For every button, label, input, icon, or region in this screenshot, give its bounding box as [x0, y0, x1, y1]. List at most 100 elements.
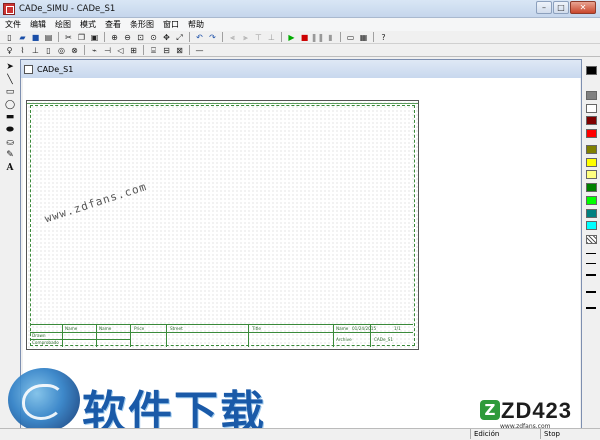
- title-block-line: [62, 325, 63, 347]
- zoom-window-icon[interactable]: ⊡: [135, 32, 146, 43]
- coil-icon[interactable]: ⊣: [102, 45, 113, 56]
- color-swatch-light-yellow[interactable]: [586, 170, 597, 179]
- document-title-bar[interactable]: CADe_S1: [21, 60, 581, 78]
- color-swatch-lime[interactable]: [586, 196, 597, 205]
- undo-icon[interactable]: ↶: [194, 32, 205, 43]
- relay-icon[interactable]: ⌸: [148, 45, 159, 56]
- window-controls: – □ ✕: [536, 1, 596, 14]
- line-width-5[interactable]: [586, 307, 596, 309]
- line-icon[interactable]: ╲: [3, 74, 17, 87]
- fit-icon[interactable]: ⤢: [174, 32, 185, 43]
- step-icon[interactable]: ▮: [325, 32, 336, 43]
- menu-mode[interactable]: 模式: [80, 19, 96, 30]
- switch-icon[interactable]: ⌇: [17, 45, 28, 56]
- play-icon[interactable]: ▶: [286, 32, 297, 43]
- diode-icon[interactable]: ◁: [115, 45, 126, 56]
- line-width-2[interactable]: [586, 263, 596, 264]
- new-icon[interactable]: ▯: [4, 32, 15, 43]
- save-icon[interactable]: ■: [30, 32, 41, 43]
- color-swatch-black[interactable]: [586, 66, 597, 75]
- help-icon[interactable]: ?: [378, 32, 389, 43]
- print-icon[interactable]: ▤: [43, 32, 54, 43]
- title-block: Name Name Price Street Title Name 01/24/…: [30, 324, 413, 347]
- contact-icon[interactable]: ♀: [4, 45, 15, 56]
- ellipse-icon[interactable]: ◯: [3, 99, 17, 112]
- pen-icon[interactable]: ✎: [3, 149, 17, 162]
- redo-icon[interactable]: ↷: [207, 32, 218, 43]
- align-bottom-icon[interactable]: ⊥: [266, 32, 277, 43]
- open-icon[interactable]: ▰: [17, 32, 28, 43]
- tb-date-value: 01/24/2015: [352, 326, 377, 331]
- zoom-in-icon[interactable]: ⊕: [109, 32, 120, 43]
- select-arrow-icon[interactable]: ➤: [3, 61, 17, 74]
- toolbar-separator: [104, 32, 105, 42]
- motor-icon[interactable]: ◎: [56, 45, 67, 56]
- close-button[interactable]: ✕: [570, 1, 596, 14]
- sheet-frame: [30, 105, 415, 346]
- minimize-button[interactable]: –: [536, 1, 552, 14]
- tb-name-label: Name: [99, 326, 112, 331]
- title-block-line: [166, 325, 167, 347]
- tb-file-value: CADe_S1: [374, 337, 394, 342]
- tile-icon[interactable]: ▦: [358, 32, 369, 43]
- tb-street-label: Street: [170, 326, 183, 331]
- paste-icon[interactable]: ▣: [89, 32, 100, 43]
- pause-icon[interactable]: ❚❚: [311, 32, 324, 43]
- color-swatch-maroon[interactable]: [586, 116, 597, 125]
- maximize-button[interactable]: □: [553, 1, 569, 14]
- power-icon[interactable]: ⊥: [30, 45, 41, 56]
- resistor-icon[interactable]: ⊞: [128, 45, 139, 56]
- pushbutton-icon[interactable]: ⌁: [89, 45, 100, 56]
- line-width-4[interactable]: [586, 291, 596, 293]
- zd-url-text: www.zdfans.com: [500, 423, 551, 430]
- timer-icon[interactable]: ⊟: [161, 45, 172, 56]
- fuse-icon[interactable]: ▯: [43, 45, 54, 56]
- toolbar-separator: [189, 32, 190, 42]
- color-swatch-green[interactable]: [586, 183, 597, 192]
- menu-bar-chart[interactable]: 条形图: [130, 19, 154, 30]
- line-width-1[interactable]: [586, 253, 596, 254]
- menu-draw[interactable]: 绘图: [55, 19, 71, 30]
- symbol-toolbar: ♀ ⌇ ⊥ ▯ ◎ ⊗ ⌁ ⊣ ◁ ⊞ ⌸ ⊟ ⊠ —: [0, 44, 600, 57]
- menu-help[interactable]: 帮助: [188, 19, 204, 30]
- zoom-all-icon[interactable]: ⊙: [148, 32, 159, 43]
- color-swatch-olive[interactable]: [586, 145, 597, 154]
- tb-comprobado-label: Comprobado: [32, 340, 59, 345]
- align-right-icon[interactable]: ⫸: [240, 32, 251, 43]
- menu-view[interactable]: 查看: [105, 19, 121, 30]
- rectangle-icon[interactable]: ▭: [3, 86, 17, 99]
- zoom-out-icon[interactable]: ⊖: [122, 32, 133, 43]
- color-swatch-white[interactable]: [586, 104, 597, 113]
- tb-price-label: Price: [134, 326, 145, 331]
- tb-sheet-value: 1/1: [394, 326, 401, 331]
- lamp-icon[interactable]: ⊗: [69, 45, 80, 56]
- color-swatch-gray[interactable]: [586, 91, 597, 100]
- terminal-icon[interactable]: ⊠: [174, 45, 185, 56]
- line-width-3[interactable]: [586, 274, 596, 276]
- menu-edit[interactable]: 编辑: [30, 19, 46, 30]
- stop-icon[interactable]: ■: [299, 32, 310, 43]
- fill-bucket-icon[interactable]: ⛀: [3, 137, 17, 150]
- drawing-sheet[interactable]: Name Name Price Street Title Name 01/24/…: [26, 100, 419, 350]
- menu-file[interactable]: 文件: [5, 19, 21, 30]
- color-swatch-cyan[interactable]: [586, 221, 597, 230]
- menu-window[interactable]: 窗口: [163, 19, 179, 30]
- color-swatch-yellow[interactable]: [586, 158, 597, 167]
- color-swatch-red[interactable]: [586, 129, 597, 138]
- align-left-icon[interactable]: ⫷: [227, 32, 238, 43]
- toolbar-separator: [143, 45, 144, 55]
- filled-ellipse-icon[interactable]: ⬬: [3, 124, 17, 137]
- copy-icon[interactable]: ❐: [76, 32, 87, 43]
- window-icon[interactable]: ▭: [345, 32, 356, 43]
- color-swatch-pattern[interactable]: [586, 235, 597, 244]
- tb-name-label: Name: [65, 326, 78, 331]
- align-top-icon[interactable]: ⊤: [253, 32, 264, 43]
- filled-rectangle-icon[interactable]: ▬: [3, 111, 17, 124]
- text-icon[interactable]: A: [3, 162, 17, 175]
- wire-icon[interactable]: —: [194, 45, 205, 56]
- pan-icon[interactable]: ✥: [161, 32, 172, 43]
- window-title: CADe_SIMU - CADe_S1: [19, 3, 116, 14]
- cut-icon[interactable]: ✂: [63, 32, 74, 43]
- dragon-logo-icon: [8, 368, 80, 432]
- color-swatch-teal[interactable]: [586, 209, 597, 218]
